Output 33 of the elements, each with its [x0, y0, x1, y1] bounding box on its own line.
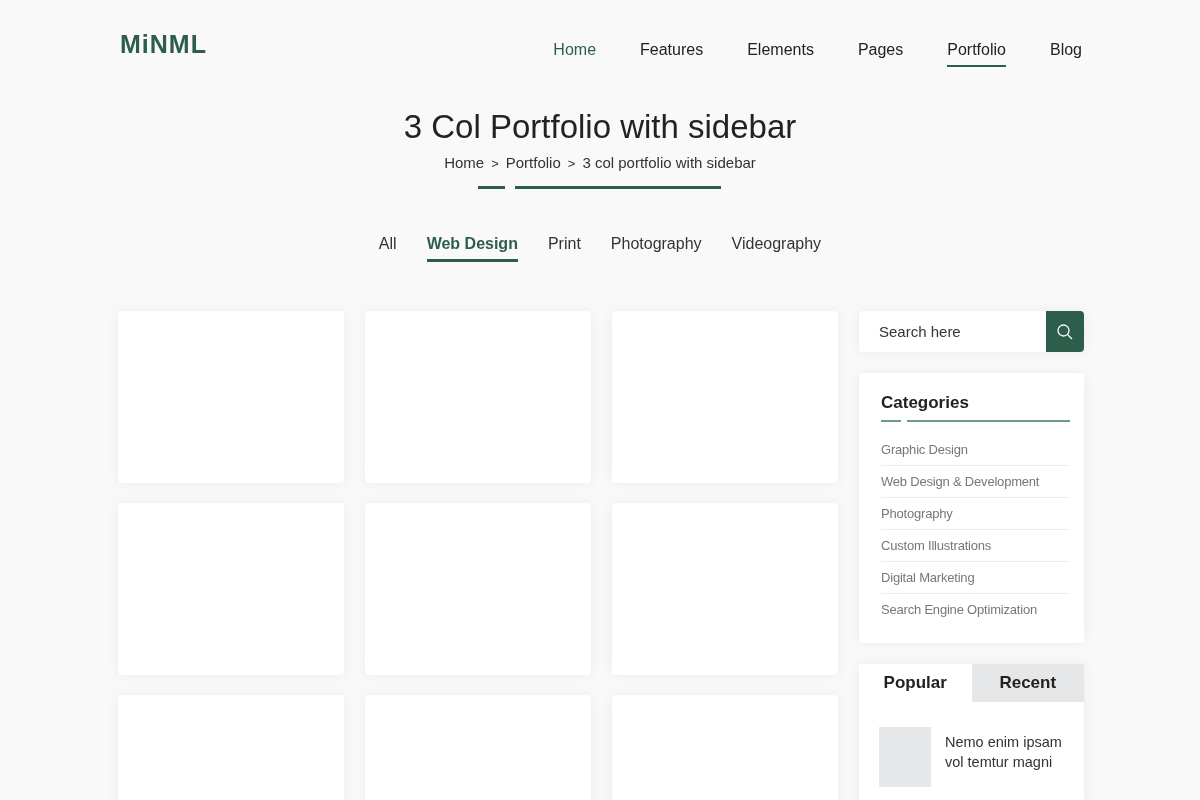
search-field[interactable]: Search here [859, 311, 1084, 352]
nav-link[interactable]: Pages [857, 33, 904, 67]
nav-link[interactable]: Home [553, 33, 597, 67]
divider [477, 186, 505, 189]
filter-tab[interactable]: Web Design [426, 235, 518, 262]
category-link[interactable]: Photography [881, 498, 1070, 530]
post-title[interactable]: Nemo enim ipsam vol temtur magni [945, 732, 1064, 787]
nav-link[interactable]: Blog [1049, 33, 1082, 67]
post-thumbnail [879, 727, 931, 787]
category-link[interactable]: Search Engine Optimization [881, 594, 1070, 625]
breadcrumb-link[interactable]: Home [444, 154, 485, 171]
breadcrumb-link[interactable]: Portfolio [505, 154, 561, 171]
breadcrumb-separator: > [491, 156, 499, 171]
nav-link[interactable]: Elements [747, 33, 814, 67]
category-link[interactable]: Custom Illustrations [881, 530, 1070, 562]
posts-tab[interactable]: Recent [971, 664, 1084, 702]
filter-tab[interactable]: Videography [731, 235, 822, 262]
categories-title: Categories [881, 393, 970, 413]
category-link[interactable]: Web Design & Development [881, 466, 1070, 498]
breadcrumb-link[interactable]: 3 col portfolio with sidebar [582, 154, 756, 171]
category-link[interactable]: Graphic Design [881, 434, 1070, 466]
search-button[interactable] [1046, 311, 1084, 352]
filter-tab[interactable]: Print [547, 235, 581, 262]
page-title: 3 Col Portfolio with sidebar [402, 108, 798, 146]
category-link[interactable]: Digital Marketing [881, 562, 1070, 594]
filter-tab[interactable]: Photography [610, 235, 702, 262]
search-icon [1056, 322, 1074, 341]
nav-link[interactable]: Features [640, 33, 704, 67]
filter-tab[interactable]: All [378, 235, 397, 262]
posts-tab[interactable]: Popular [859, 664, 972, 702]
logo[interactable]: MiNML [120, 29, 207, 59]
breadcrumb-separator: > [567, 156, 576, 171]
nav-link[interactable]: Portfolio [947, 33, 1006, 67]
